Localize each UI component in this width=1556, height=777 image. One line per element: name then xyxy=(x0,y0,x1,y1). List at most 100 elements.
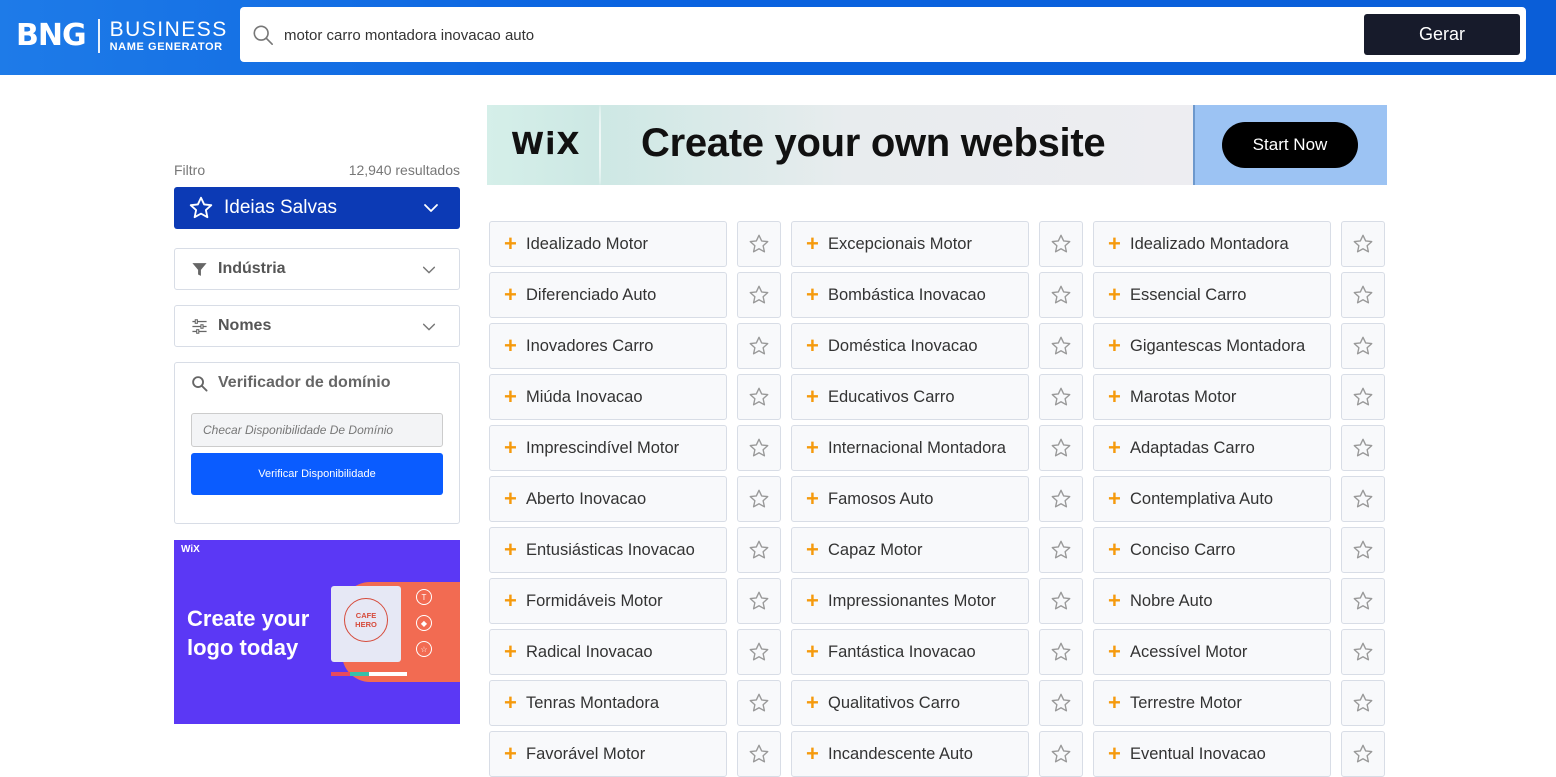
name-result-item[interactable]: + Fantástica Inovacao xyxy=(791,629,1029,675)
name-result-item[interactable]: + Famosos Auto xyxy=(791,476,1029,522)
name-result-item[interactable]: + Gigantescas Montadora xyxy=(1093,323,1331,369)
save-star-button[interactable] xyxy=(1341,629,1385,675)
name-result-label: Doméstica Inovacao xyxy=(828,336,978,355)
save-star-button[interactable] xyxy=(1341,680,1385,726)
name-result-label: Eventual Inovacao xyxy=(1130,744,1266,763)
save-star-button[interactable] xyxy=(1039,476,1083,522)
ad-color-bar xyxy=(331,672,407,676)
start-now-button[interactable]: Start Now xyxy=(1222,122,1358,168)
saved-ideas-button[interactable]: Ideias Salvas xyxy=(174,187,460,229)
save-star-button[interactable] xyxy=(737,425,781,471)
save-star-button[interactable] xyxy=(1039,578,1083,624)
save-star-button[interactable] xyxy=(1341,476,1385,522)
name-result-item[interactable]: + Impressionantes Motor xyxy=(791,578,1029,624)
save-star-button[interactable] xyxy=(737,272,781,318)
name-result-label: Aberto Inovacao xyxy=(526,489,647,508)
logo-text: BUSINESS NAME GENERATOR xyxy=(110,19,228,53)
star-icon xyxy=(1051,693,1071,712)
name-result-item[interactable]: + Educativos Carro xyxy=(791,374,1029,420)
name-result-item[interactable]: + Capaz Motor xyxy=(791,527,1029,573)
name-result-item[interactable]: + Miúda Inovacao xyxy=(489,374,727,420)
name-result-item[interactable]: + Entusiásticas Inovacao xyxy=(489,527,727,573)
name-result-item[interactable]: + Idealizado Motor xyxy=(489,221,727,267)
name-result-item[interactable]: + Qualitativos Carro xyxy=(791,680,1029,726)
save-star-button[interactable] xyxy=(1341,578,1385,624)
save-star-button[interactable] xyxy=(737,476,781,522)
save-star-button[interactable] xyxy=(1039,527,1083,573)
save-star-button[interactable] xyxy=(1341,527,1385,573)
name-result-item[interactable]: + Idealizado Montadora xyxy=(1093,221,1331,267)
name-result-item[interactable]: + Internacional Montadora xyxy=(791,425,1029,471)
name-result-item[interactable]: + Formidáveis Motor xyxy=(489,578,727,624)
ad-cafe-hero-logo: CAFE HERO xyxy=(344,598,388,642)
save-star-button[interactable] xyxy=(737,221,781,267)
save-star-button[interactable] xyxy=(1039,374,1083,420)
name-result-label: Gigantescas Montadora xyxy=(1130,336,1306,355)
name-result-item[interactable]: + Excepcionais Motor xyxy=(791,221,1029,267)
plus-icon: + xyxy=(1108,639,1121,664)
name-result-item[interactable]: + Incandescente Auto xyxy=(791,731,1029,777)
name-result-item[interactable]: + Nobre Auto xyxy=(1093,578,1331,624)
star-icon xyxy=(749,693,769,712)
save-star-button[interactable] xyxy=(1039,680,1083,726)
domain-input[interactable] xyxy=(191,413,443,447)
save-star-button[interactable] xyxy=(737,629,781,675)
save-star-button[interactable] xyxy=(1039,272,1083,318)
name-result-item[interactable]: + Eventual Inovacao xyxy=(1093,731,1331,777)
names-dropdown[interactable]: Nomes xyxy=(174,305,460,347)
save-star-button[interactable] xyxy=(1039,629,1083,675)
logo-line1: BUSINESS xyxy=(109,18,228,41)
name-result-item[interactable]: + Acessível Motor xyxy=(1093,629,1331,675)
plus-icon: + xyxy=(806,588,819,613)
star-icon xyxy=(1353,285,1373,304)
name-result-item[interactable]: + Imprescindível Motor xyxy=(489,425,727,471)
industry-label: Indústria xyxy=(218,260,286,277)
save-star-button[interactable] xyxy=(1039,323,1083,369)
wix-banner-ad[interactable]: WiX Create your own website Start Now xyxy=(487,105,1387,185)
wix-logo-ad[interactable]: WiX Create your logo today CAFE HERO T ◆… xyxy=(174,540,460,724)
save-star-button[interactable] xyxy=(1341,731,1385,777)
save-star-button[interactable] xyxy=(737,731,781,777)
verify-availability-button[interactable]: Verificar Disponibilidade xyxy=(191,453,443,495)
site-logo[interactable]: BNG BUSINESS NAME GENERATOR xyxy=(16,16,228,56)
industry-dropdown[interactable]: Indústria xyxy=(174,248,460,290)
save-star-button[interactable] xyxy=(1341,374,1385,420)
plus-icon: + xyxy=(806,486,819,511)
save-star-button[interactable] xyxy=(1341,323,1385,369)
save-star-button[interactable] xyxy=(737,527,781,573)
plus-icon: + xyxy=(806,231,819,256)
name-result-item[interactable]: + Doméstica Inovacao xyxy=(791,323,1029,369)
name-result-item[interactable]: + Terrestre Motor xyxy=(1093,680,1331,726)
name-result-item[interactable]: + Radical Inovacao xyxy=(489,629,727,675)
name-result-item[interactable]: + Bombástica Inovacao xyxy=(791,272,1029,318)
saved-ideas-label: Ideias Salvas xyxy=(224,197,338,218)
name-result-item[interactable]: + Conciso Carro xyxy=(1093,527,1331,573)
save-star-button[interactable] xyxy=(1039,221,1083,267)
save-star-button[interactable] xyxy=(1039,425,1083,471)
save-star-button[interactable] xyxy=(1341,272,1385,318)
save-star-button[interactable] xyxy=(1341,221,1385,267)
save-star-button[interactable] xyxy=(737,374,781,420)
name-result-label: Miúda Inovacao xyxy=(526,387,643,406)
save-star-button[interactable] xyxy=(737,323,781,369)
name-result-item[interactable]: + Marotas Motor xyxy=(1093,374,1331,420)
generate-button[interactable]: Gerar xyxy=(1364,14,1520,55)
name-result-item[interactable]: + Favorável Motor xyxy=(489,731,727,777)
name-result-item[interactable]: + Diferenciado Auto xyxy=(489,272,727,318)
name-result-item[interactable]: + Contemplativa Auto xyxy=(1093,476,1331,522)
plus-icon: + xyxy=(1108,384,1121,409)
search-input[interactable] xyxy=(284,19,1354,51)
save-star-button[interactable] xyxy=(1341,425,1385,471)
name-result-item[interactable]: + Tenras Montadora xyxy=(489,680,727,726)
save-star-button[interactable] xyxy=(1039,731,1083,777)
star-icon xyxy=(1353,591,1373,610)
save-star-button[interactable] xyxy=(737,680,781,726)
name-result-item[interactable]: + Aberto Inovacao xyxy=(489,476,727,522)
name-result-item[interactable]: + Essencial Carro xyxy=(1093,272,1331,318)
search-icon xyxy=(253,25,273,45)
name-result-item[interactable]: + Inovadores Carro xyxy=(489,323,727,369)
star-icon xyxy=(1051,336,1071,355)
wix-ad-headline-line2: logo today xyxy=(187,635,299,660)
name-result-item[interactable]: + Adaptadas Carro xyxy=(1093,425,1331,471)
save-star-button[interactable] xyxy=(737,578,781,624)
